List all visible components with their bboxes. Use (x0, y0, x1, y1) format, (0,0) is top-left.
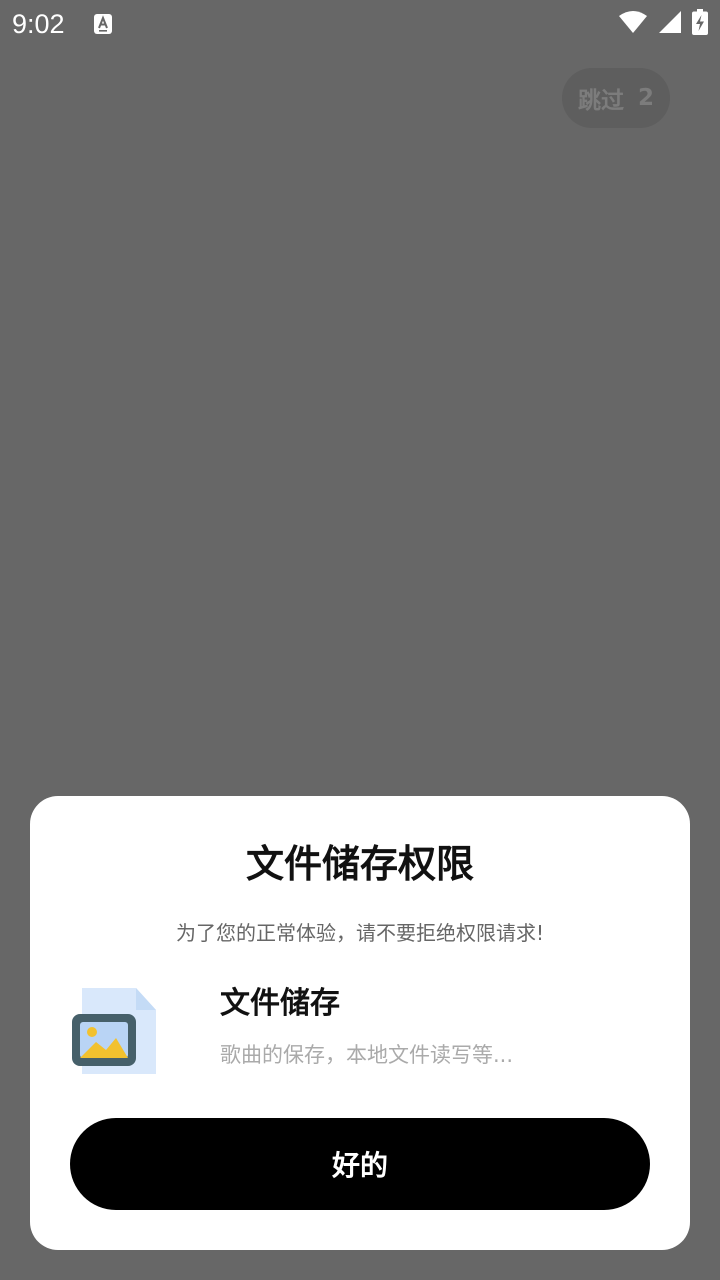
status-bar: 9:02 (0, 0, 720, 48)
skip-countdown: 2 (637, 85, 654, 111)
skip-button[interactable]: 跳过 2 (562, 68, 670, 128)
wifi-icon (618, 10, 648, 38)
dialog-title: 文件储存权限 (245, 842, 474, 886)
ok-button[interactable]: 好的 (70, 1118, 650, 1210)
keyboard-a-icon (93, 13, 113, 35)
permission-dialog: 文件储存权限 为了您的正常体验，请不要拒绝权限请求! 文件储存 歌曲的保存，本地… (30, 796, 690, 1250)
cell-signal-icon (658, 10, 682, 38)
status-icons (618, 9, 708, 39)
dialog-subtitle: 为了您的正常体验，请不要拒绝权限请求! (175, 921, 545, 945)
battery-charging-icon (692, 9, 708, 39)
status-time: 9:02 (12, 9, 65, 39)
permission-name: 文件储存 (220, 986, 340, 1021)
permission-description: 歌曲的保存，本地文件读写等... (220, 1043, 514, 1067)
skip-label: 跳过 (577, 88, 624, 114)
permission-item-storage: 文件储存 歌曲的保存，本地文件读写等... (70, 984, 650, 1084)
file-image-icon (70, 984, 160, 1078)
